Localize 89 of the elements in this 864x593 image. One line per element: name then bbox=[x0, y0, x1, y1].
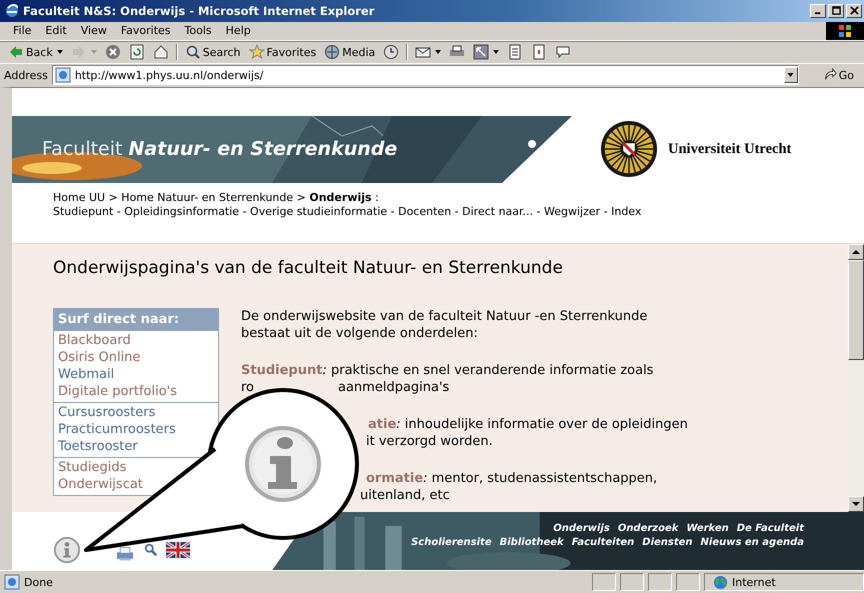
search-icon[interactable] bbox=[144, 542, 158, 557]
scrollbar[interactable] bbox=[848, 244, 864, 512]
printer-icon[interactable] bbox=[114, 546, 136, 562]
stop-icon bbox=[104, 44, 121, 60]
status-text: Done bbox=[24, 576, 54, 589]
navigation-links[interactable]: Studiepunt - Opleidingsinformatie - Overige studieinformatie - Docenten - Direct naar... - Wegwijzer - Index bbox=[53, 204, 864, 219]
down-arrow-icon bbox=[852, 502, 860, 506]
footer-link[interactable]: Scholierensite bbox=[411, 536, 492, 550]
footer-link[interactable]: Nieuws en agenda bbox=[700, 536, 804, 550]
close-icon bbox=[850, 6, 858, 16]
scroll-up-button[interactable] bbox=[848, 244, 864, 260]
status-panel bbox=[592, 573, 616, 592]
page-heading: Onderwijspagina's van de faculteit Natuur- en Sterrenkunde bbox=[53, 258, 564, 280]
info-icon bbox=[245, 426, 321, 502]
quick-link[interactable]: Cursusroosters bbox=[58, 404, 156, 421]
uk-flag-icon[interactable] bbox=[166, 542, 190, 558]
search-icon bbox=[184, 44, 201, 60]
quick-link[interactable]: Practicumroosters bbox=[58, 420, 176, 438]
menu-item[interactable]: Edit bbox=[38, 24, 74, 38]
toolbar-button[interactable]: Media bbox=[320, 42, 380, 62]
breadcrumb[interactable]: Home UU > Home Natuur- en Sterrenkunde > Onderwijs : bbox=[53, 190, 864, 205]
body-text: uitenland, etc bbox=[360, 486, 450, 504]
windows-logo-icon bbox=[826, 22, 864, 40]
browser-icon bbox=[4, 2, 20, 19]
footer-link[interactable]: Onderwijs bbox=[553, 522, 610, 536]
maximize-button[interactable] bbox=[828, 4, 844, 18]
footer-link[interactable]: Diensten bbox=[642, 536, 693, 550]
back-arrow-icon bbox=[8, 44, 24, 60]
status-panel bbox=[648, 573, 672, 592]
footer-link[interactable]: Faculteiten bbox=[572, 536, 634, 550]
arrow-icon bbox=[822, 68, 837, 82]
address-label: Address bbox=[4, 68, 48, 82]
go-button[interactable]: Go bbox=[802, 68, 860, 82]
minimize-button[interactable] bbox=[810, 4, 826, 18]
body-text: bestaat uit de volgende onderdelen: bbox=[241, 324, 478, 342]
menu-item[interactable]: Favorites bbox=[114, 24, 178, 38]
status-panel bbox=[676, 573, 700, 592]
quick-link[interactable]: Toetsrooster bbox=[58, 438, 138, 455]
security-zone: Internet bbox=[732, 576, 776, 589]
info-icon[interactable] bbox=[53, 536, 81, 564]
toolbar-button[interactable]: Favorites bbox=[244, 42, 320, 62]
globe-icon bbox=[713, 574, 728, 590]
panel-title: Surf direct naar: bbox=[54, 308, 218, 330]
quick-link[interactable]: Studiegids bbox=[58, 458, 126, 476]
menu-item[interactable]: Tools bbox=[178, 24, 219, 38]
menu-item[interactable]: Help bbox=[218, 24, 258, 38]
quick-link[interactable]: Digitale portfolio's bbox=[58, 382, 177, 400]
close-button[interactable] bbox=[846, 4, 862, 18]
up-arrow-icon bbox=[852, 250, 860, 254]
menu-item[interactable]: File bbox=[6, 24, 38, 38]
university-seal-icon bbox=[600, 120, 658, 178]
body-text: Studiepunt: praktische en snel veranderende informatie zoals bbox=[241, 362, 654, 379]
star-icon bbox=[248, 44, 265, 60]
body-text: De onderwijswebsite van de faculteit Natuur -en Sterrenkunde bbox=[241, 308, 648, 325]
body-text: it verzorgd worden. bbox=[366, 432, 493, 450]
page-icon bbox=[4, 574, 20, 590]
chat-bubble-icon bbox=[555, 44, 572, 60]
toolbar-button[interactable]: Back bbox=[4, 42, 67, 62]
address-field[interactable]: http://www1.phys.uu.nl/onderwijs/ bbox=[52, 65, 799, 86]
scroll-thumb[interactable] bbox=[848, 260, 864, 360]
footer-link[interactable]: Werken bbox=[686, 522, 729, 536]
home-icon bbox=[152, 44, 169, 60]
quick-link[interactable]: Blackboard bbox=[58, 332, 131, 349]
dropdown-button[interactable] bbox=[784, 67, 798, 84]
document-icon bbox=[507, 44, 524, 60]
footer-link[interactable]: Bibliotheek bbox=[500, 536, 564, 550]
window-title: Faculteit N&S: Onderwijs - Microsoft Internet Explorer bbox=[23, 4, 376, 18]
edit-icon bbox=[473, 44, 490, 60]
refresh-icon bbox=[128, 44, 145, 60]
clock-icon bbox=[383, 44, 400, 60]
quick-link[interactable]: Webmail bbox=[58, 366, 114, 383]
toolbar-button[interactable]: Search bbox=[180, 42, 245, 62]
quick-link[interactable]: Osiris Online bbox=[58, 348, 140, 366]
menu-item[interactable]: View bbox=[74, 24, 114, 38]
body-text: ro bbox=[241, 378, 254, 396]
body-text: atie: inhoudelijke informatie over de opleidingen bbox=[368, 416, 688, 433]
page-icon bbox=[531, 44, 548, 60]
footer-link[interactable]: Onderzoek bbox=[618, 522, 678, 536]
university-name: Universiteit Utrecht bbox=[668, 140, 792, 158]
maximize-icon bbox=[832, 6, 840, 16]
footer-link[interactable]: De Faculteit bbox=[736, 522, 804, 536]
caret-icon bbox=[787, 73, 794, 78]
status-panel bbox=[620, 573, 644, 592]
scroll-down-button[interactable] bbox=[848, 496, 864, 512]
body-text: aanmeldpagina's bbox=[338, 378, 450, 396]
page-icon bbox=[54, 67, 71, 84]
globe-icon bbox=[324, 44, 340, 60]
body-text: ormatie: mentor, studenassistentschappen, bbox=[366, 470, 658, 487]
quick-link[interactable]: Onderwijscat bbox=[58, 476, 143, 493]
